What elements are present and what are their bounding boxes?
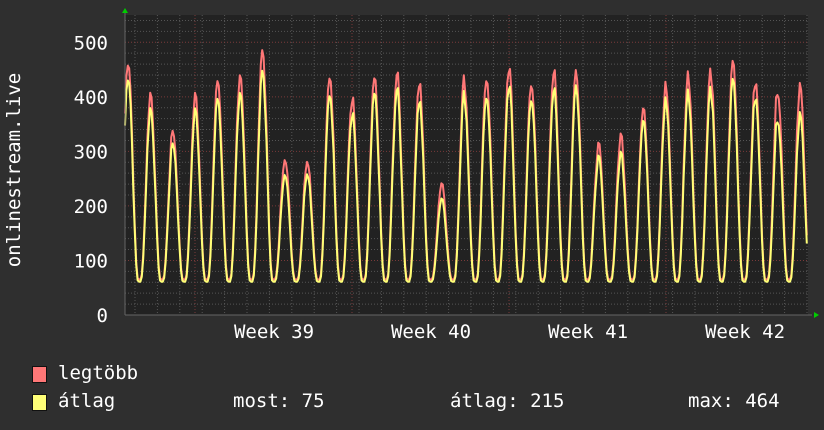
- x-tick-label: Week 40: [391, 321, 471, 343]
- stat-most-label: most:: [233, 390, 291, 412]
- y-axis-label: onlinestream.live: [3, 73, 25, 267]
- y-axis-arrow-icon: [122, 8, 128, 13]
- legend-swatch-atlag: [32, 394, 47, 411]
- y-tick-label: 300: [74, 141, 108, 163]
- stat-max: max: 464: [688, 390, 780, 412]
- y-tick-label: 500: [74, 32, 108, 54]
- stat-most: most: 75: [233, 390, 325, 412]
- stat-atlag-value: 215: [530, 390, 565, 412]
- x-tick-label: Week 39: [234, 321, 314, 343]
- y-tick-label: 100: [74, 250, 108, 272]
- legend-swatch-legtobb: [32, 366, 47, 383]
- stat-atlag-label: átlag:: [450, 390, 519, 412]
- x-tick-label: Week 41: [548, 321, 628, 343]
- chart: 0 100 200 300 400 500 Week 39 Week 40 Week 41 Wee…: [0, 0, 824, 430]
- x-axis-arrow-icon: [814, 312, 819, 318]
- stat-atlag: átlag: 215: [450, 390, 564, 412]
- legend-label-legtobb: legtöbb: [58, 362, 139, 384]
- stat-most-value: 75: [301, 390, 325, 412]
- stat-max-value: 464: [745, 390, 780, 412]
- legend-label-atlag: átlag: [58, 390, 116, 412]
- y-tick-label: 200: [74, 196, 108, 218]
- stat-max-label: max:: [688, 390, 734, 412]
- y-tick-label: 0: [97, 305, 108, 327]
- x-tick-label: Week 42: [705, 321, 785, 343]
- y-tick-label: 400: [74, 87, 108, 109]
